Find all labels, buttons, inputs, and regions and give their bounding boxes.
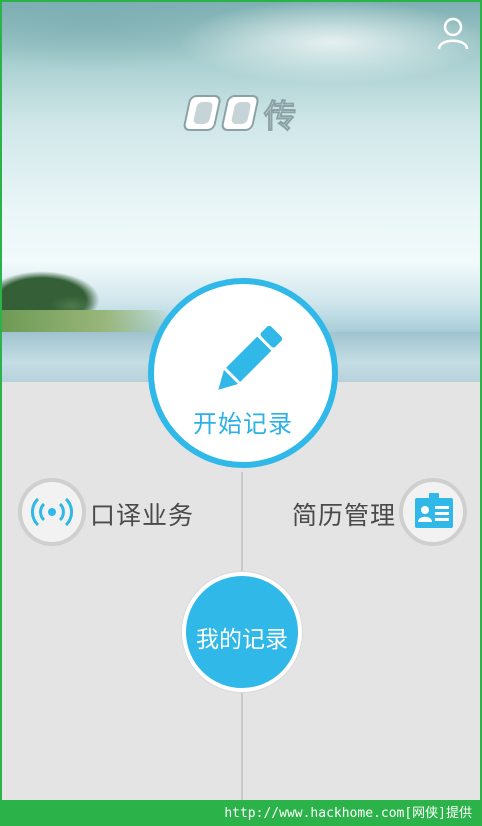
- resume-label[interactable]: 简历管理: [292, 496, 396, 532]
- broadcast-icon: [31, 497, 73, 527]
- user-icon[interactable]: [434, 14, 472, 52]
- my-records-label: 我的记录: [196, 627, 288, 653]
- interpretation-label[interactable]: 口译业务: [90, 496, 194, 532]
- start-record-button[interactable]: 开始记录: [148, 278, 338, 468]
- interpretation-button[interactable]: [18, 478, 86, 546]
- watermark-text: http://www.hackhome.com[网侠]提供: [224, 806, 472, 821]
- footer-bar: http://www.hackhome.com[网侠]提供: [2, 800, 480, 824]
- id-card-icon: [415, 493, 453, 528]
- svg-text:传: 传: [263, 97, 296, 135]
- app-logo: 传: [183, 95, 297, 136]
- shore-decoration: [2, 310, 172, 332]
- pencil-icon: [218, 325, 283, 390]
- resume-button[interactable]: [399, 478, 467, 546]
- app-screen: 传 口译业务 简历管理 开始记录 我的记录 http://www.hackhom…: [0, 0, 482, 826]
- start-record-label: 开始记录: [193, 410, 293, 438]
- my-records-button[interactable]: 我的记录: [182, 572, 302, 692]
